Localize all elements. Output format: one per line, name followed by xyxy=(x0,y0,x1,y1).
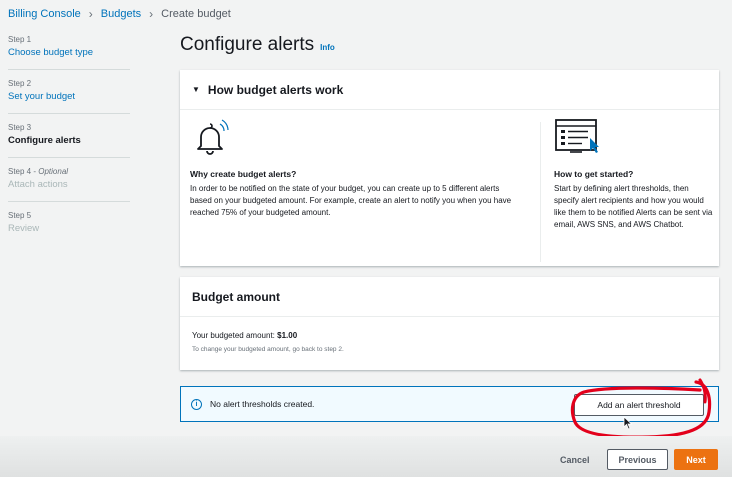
how-to-start-section: How to get started? Start by defining al… xyxy=(554,118,714,231)
how-alerts-work-toggle[interactable]: ▼ How budget alerts work xyxy=(180,70,719,110)
step-number: Step 2 xyxy=(8,79,32,88)
chevron-right-icon: › xyxy=(88,7,93,21)
wizard-steps: Step 1 Choose budget type Step 2 Set you… xyxy=(8,32,130,253)
step-3: Step 3 Configure alerts xyxy=(8,122,130,158)
step-number-label: Step 4 xyxy=(8,167,32,176)
no-thresholds-alert: i No alert thresholds created. Add an al… xyxy=(180,386,719,422)
previous-button[interactable]: Previous xyxy=(607,449,668,470)
step-number: Step 4 - Optional xyxy=(8,167,69,176)
page-title: Configure alerts xyxy=(180,34,315,55)
alert-message: No alert thresholds created. xyxy=(210,399,315,409)
bell-icon xyxy=(197,119,229,155)
step-number: Step 3 xyxy=(8,123,32,132)
monitor-list-icon xyxy=(555,119,599,153)
why-create-text: In order to be notified on the state of … xyxy=(190,184,512,217)
vertical-divider xyxy=(540,122,541,262)
why-create-section: Why create budget alerts? In order to be… xyxy=(190,118,520,219)
page-header: Configure alerts Info xyxy=(180,34,335,56)
breadcrumb-current: Create budget xyxy=(161,8,231,20)
cancel-button[interactable]: Cancel xyxy=(560,451,590,469)
info-link[interactable]: Info xyxy=(320,43,335,52)
breadcrumb-budgets[interactable]: Budgets xyxy=(101,8,141,20)
budget-amount-panel: Budget amount Your budgeted amount: $1.0… xyxy=(180,277,719,370)
budgeted-amount-label: Your budgeted amount: xyxy=(192,331,275,340)
breadcrumb-billing-console[interactable]: Billing Console xyxy=(8,8,81,20)
mouse-pointer-icon xyxy=(623,416,633,430)
step-review: Review xyxy=(8,223,40,234)
budget-amount-title: Budget amount xyxy=(180,277,719,317)
step-1: Step 1 Choose budget type xyxy=(8,34,130,70)
step-current-configure-alerts: Configure alerts xyxy=(8,135,81,146)
step-4: Step 4 - Optional Attach actions xyxy=(8,166,130,202)
step-2: Step 2 Set your budget xyxy=(8,78,130,114)
step-link-choose-budget-type[interactable]: Choose budget type xyxy=(8,46,130,59)
budgeted-amount-hint: To change your budgeted amount, go back … xyxy=(192,346,344,353)
breadcrumb: Billing Console › Budgets › Create budge… xyxy=(8,6,231,22)
why-create-heading: Why create budget alerts? xyxy=(190,169,297,179)
step-5: Step 5 Review xyxy=(8,210,130,245)
how-to-start-heading: How to get started? xyxy=(554,169,634,179)
info-icon: i xyxy=(191,398,202,410)
step-number: Step 5 xyxy=(8,211,32,220)
how-to-start-text: Start by defining alert thresholds, then… xyxy=(554,184,713,229)
step-optional-label: Optional xyxy=(38,167,69,176)
next-button[interactable]: Next xyxy=(674,449,718,470)
step-number: Step 1 xyxy=(8,35,32,44)
chevron-right-icon: › xyxy=(149,7,154,21)
step-link-set-your-budget[interactable]: Set your budget xyxy=(8,90,130,103)
budgeted-amount-line: Your budgeted amount: $1.00 xyxy=(192,331,719,340)
how-alerts-body: Why create budget alerts? In order to be… xyxy=(180,110,719,265)
budgeted-amount-value: $1.00 xyxy=(277,331,298,340)
how-alerts-work-panel: ▼ How budget alerts work Why create budg… xyxy=(180,70,719,266)
caret-down-icon: ▼ xyxy=(192,85,200,94)
step-attach-actions: Attach actions xyxy=(8,179,68,190)
panel-title: How budget alerts work xyxy=(207,82,344,97)
add-alert-threshold-button[interactable]: Add an alert threshold xyxy=(574,394,704,416)
